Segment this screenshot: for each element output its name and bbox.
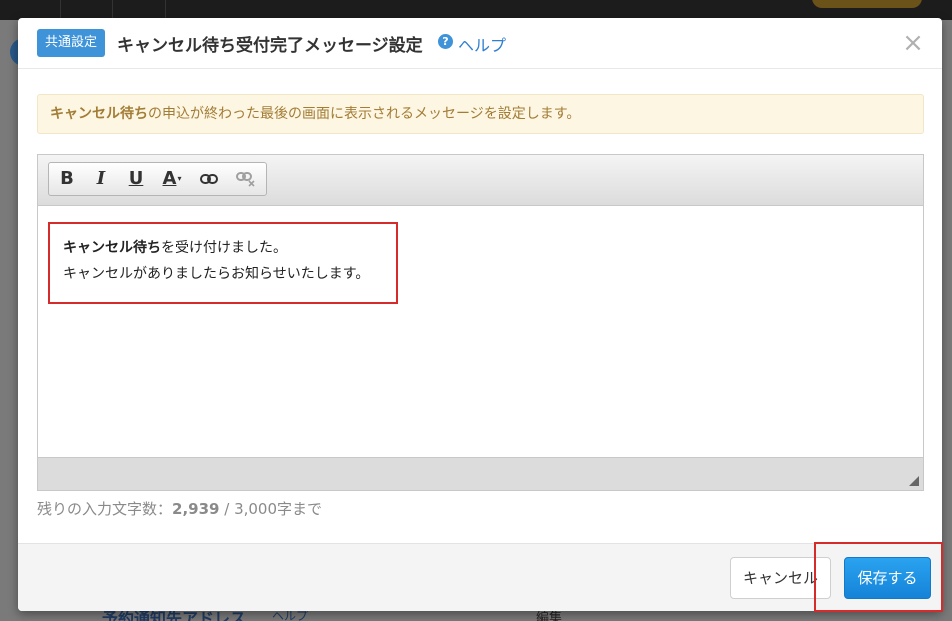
divider — [60, 0, 61, 20]
modal-footer: キャンセル 保存する — [18, 543, 942, 611]
help-link[interactable]: ヘルプ — [458, 32, 506, 56]
notice-text: の申込が終わった最後の画面に表示されるメッセージを設定します。 — [148, 106, 581, 122]
editor-status-bar — [38, 457, 923, 490]
bold-button[interactable]: B — [50, 163, 84, 195]
message-settings-modal: 共通設定 キャンセル待ち受付完了メッセージ設定 ? ヘルプ × キャンセル待ちの… — [18, 18, 942, 611]
underline-button[interactable]: U — [119, 163, 153, 195]
counter-max: 3,000字まで — [234, 500, 323, 518]
editor-toolbar: B I U A▾ — [38, 155, 923, 206]
unlink-button[interactable] — [229, 163, 263, 195]
highlight-box-message — [48, 222, 398, 304]
chevron-down-icon: ▾ — [177, 174, 182, 183]
counter-prefix: 残りの入力文字数： — [37, 500, 173, 518]
help-icon[interactable]: ? — [438, 34, 453, 49]
character-counter: 残りの入力文字数：2,939 / 3,000字まで — [37, 498, 322, 519]
background-pill — [812, 0, 922, 8]
info-notice: キャンセル待ちの申込が終わった最後の画面に表示されるメッセージを設定します。 — [37, 94, 924, 134]
modal-header: 共通設定 キャンセル待ち受付完了メッセージ設定 ? ヘルプ × — [18, 18, 942, 69]
font-color-button[interactable]: A▾ — [154, 163, 190, 195]
formatting-button-group: B I U A▾ — [48, 162, 267, 196]
resize-handle-icon[interactable] — [909, 476, 919, 486]
notice-bold-text: キャンセル待ち — [50, 106, 148, 122]
link-button[interactable] — [192, 163, 226, 195]
highlight-box-save — [814, 542, 943, 612]
italic-button[interactable]: I — [84, 163, 118, 195]
editor-content-area[interactable]: キャンセル待ちを受け付けました。 キャンセルがありましたらお知らせいたします。 — [38, 207, 923, 457]
background-top-bar — [0, 0, 952, 20]
close-icon[interactable]: × — [902, 30, 924, 56]
modal-title: キャンセル待ち受付完了メッセージ設定 — [117, 36, 423, 56]
link-icon — [200, 174, 218, 184]
counter-remaining: 2,939 — [172, 500, 220, 518]
unlink-icon — [236, 172, 255, 187]
font-color-icon: A — [162, 168, 177, 189]
common-settings-badge: 共通設定 — [37, 29, 106, 57]
rich-text-editor: B I U A▾ キャンセル待ちを受け付けました。 キャンセルがありましたらお知… — [37, 154, 924, 491]
divider — [112, 0, 113, 20]
counter-separator: / — [219, 500, 235, 518]
divider — [165, 0, 166, 20]
